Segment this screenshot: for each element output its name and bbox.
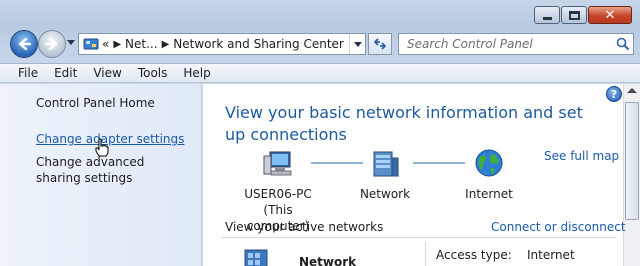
control-panel-icon bbox=[82, 36, 100, 52]
minimize-button[interactable] bbox=[534, 6, 560, 24]
left-task-pane: Control Panel Home Change adapter settin… bbox=[0, 84, 202, 266]
network-node[interactable]: Network bbox=[355, 148, 415, 202]
window-titlebar: ✕ « ▶ Net... ▶ Network and Sharing Cente… bbox=[0, 0, 640, 64]
close-icon: ✕ bbox=[604, 7, 616, 23]
search-box[interactable] bbox=[398, 33, 634, 55]
access-type-label: Access type: bbox=[436, 248, 512, 262]
breadcrumb-item-network[interactable]: Net... bbox=[125, 37, 158, 51]
connector-line bbox=[413, 162, 465, 164]
section-divider bbox=[221, 237, 617, 238]
change-adapter-settings-link[interactable]: Change adapter settings bbox=[36, 132, 184, 146]
refresh-icon bbox=[373, 38, 387, 50]
hand-cursor-icon bbox=[95, 138, 109, 157]
change-advanced-sharing-settings-link[interactable]: Change advanced sharing settings bbox=[36, 154, 186, 186]
control-panel-home-link[interactable]: Control Panel Home bbox=[36, 96, 155, 110]
scroll-up-icon[interactable] bbox=[627, 88, 637, 93]
network-icon bbox=[373, 151, 399, 177]
maximize-icon bbox=[568, 10, 580, 20]
address-dropdown-button[interactable] bbox=[349, 34, 365, 54]
chevron-down-icon bbox=[353, 41, 362, 47]
back-arrow-icon bbox=[18, 37, 31, 51]
computer-icon bbox=[263, 151, 292, 176]
menu-bar: File Edit View Tools Help bbox=[0, 64, 640, 83]
menu-view[interactable]: View bbox=[85, 66, 129, 80]
access-type-value: Internet bbox=[527, 248, 575, 262]
search-input[interactable] bbox=[399, 34, 613, 54]
see-full-map-link[interactable]: See full map bbox=[544, 149, 619, 163]
breadcrumb-chevron-icon[interactable]: ▶ bbox=[162, 39, 170, 50]
breadcrumb-item-network-sharing-center[interactable]: Network and Sharing Center bbox=[173, 37, 344, 51]
vertical-scrollbar[interactable] bbox=[623, 84, 640, 266]
column-divider bbox=[425, 242, 426, 266]
help-icon[interactable]: ? bbox=[606, 86, 622, 102]
back-button[interactable] bbox=[10, 30, 38, 58]
network-label: Network bbox=[359, 187, 411, 201]
menu-tools[interactable]: Tools bbox=[130, 66, 176, 80]
computer-name: USER06-PC bbox=[244, 187, 312, 201]
close-button[interactable]: ✕ bbox=[588, 6, 632, 24]
recent-pages-dropdown[interactable] bbox=[67, 40, 75, 45]
refresh-button[interactable] bbox=[368, 33, 392, 55]
connect-or-disconnect-link[interactable]: Connect or disconnect bbox=[491, 220, 626, 234]
main-content-pane: ? View your basic network information an… bbox=[203, 84, 640, 266]
active-network-name: Network bbox=[299, 255, 357, 266]
breadcrumb-chevron-icon[interactable]: ▶ bbox=[113, 39, 121, 50]
scroll-thumb[interactable] bbox=[625, 102, 639, 220]
maximize-button[interactable] bbox=[561, 6, 587, 24]
globe-icon bbox=[475, 149, 503, 177]
page-title: View your basic network information and … bbox=[225, 103, 583, 144]
search-icon[interactable] bbox=[613, 34, 633, 54]
minimize-icon bbox=[542, 16, 552, 20]
menu-edit[interactable]: Edit bbox=[46, 66, 85, 80]
forward-arrow-icon bbox=[45, 37, 58, 51]
menu-help[interactable]: Help bbox=[175, 66, 218, 80]
caption-buttons: ✕ bbox=[533, 6, 632, 24]
internet-label: Internet bbox=[465, 187, 513, 201]
forward-button[interactable] bbox=[38, 30, 66, 58]
network-location-icon bbox=[244, 249, 268, 266]
breadcrumb-overflow[interactable]: « bbox=[102, 37, 109, 51]
active-networks-heading: View your active networks bbox=[225, 220, 384, 234]
address-bar[interactable]: « ▶ Net... ▶ Network and Sharing Center bbox=[78, 33, 366, 55]
internet-node[interactable]: Internet bbox=[459, 148, 519, 202]
menu-file[interactable]: File bbox=[10, 66, 46, 80]
